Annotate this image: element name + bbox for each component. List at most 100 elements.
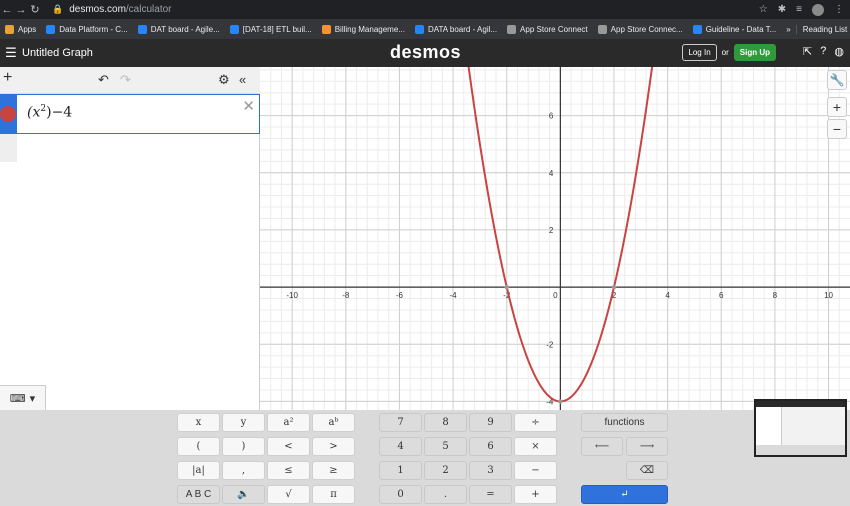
settings-gear-icon[interactable]: ⚙ (218, 72, 230, 88)
bookmark-item[interactable]: [DAT-18] ETL buil... (225, 24, 317, 34)
key-num-3-3[interactable]: + (514, 485, 557, 504)
expression-input[interactable]: (x2)−4 (27, 104, 72, 121)
bookmark-favicon-icon (229, 24, 239, 34)
login-button[interactable]: Log In (682, 44, 717, 61)
address-bar[interactable]: desmos.com/calculator (69, 4, 171, 15)
bookmark-favicon-icon (507, 24, 517, 34)
key-left-0-3[interactable]: aᵇ (312, 413, 355, 432)
key-num-3-0[interactable]: 0 (379, 485, 422, 504)
add-expression-icon[interactable]: + (3, 69, 12, 87)
hamburger-menu-icon[interactable]: ☰ (0, 45, 22, 61)
key-left-3-1[interactable]: 🔈 (222, 485, 265, 504)
backspace-button[interactable]: ⌫ (626, 461, 668, 480)
key-num-0-1[interactable]: 8 (424, 413, 467, 432)
key-num-0-0[interactable]: 7 (379, 413, 422, 432)
key-left-0-0[interactable]: x (177, 413, 220, 432)
back-icon[interactable]: ← (0, 4, 14, 16)
point-of-interest (611, 284, 617, 290)
undo-icon[interactable]: ↶ (98, 72, 109, 88)
key-num-1-0[interactable]: 4 (379, 437, 422, 456)
bookmark-favicon-icon (321, 24, 331, 34)
new-expression-tab[interactable] (0, 134, 17, 162)
menu-dots-icon[interactable]: ⋮ (834, 4, 844, 15)
key-left-1-2[interactable]: < (267, 437, 310, 456)
profile-avatar[interactable] (812, 3, 824, 16)
key-num-0-2[interactable]: 9 (469, 413, 512, 432)
star-icon[interactable]: ☆ (759, 4, 768, 15)
bookmark-item[interactable]: App Store Connect (502, 24, 593, 34)
key-left-1-0[interactable]: ( (177, 437, 220, 456)
key-num-2-3[interactable]: − (514, 461, 557, 480)
share-icon[interactable]: ⇱ (803, 45, 812, 58)
expression-row[interactable]: (x2)−4 ✕ (0, 94, 260, 134)
key-left-1-1[interactable]: ) (222, 437, 265, 456)
key-left-1-3[interactable]: > (312, 437, 355, 456)
bookmark-item[interactable]: Guideline - Data T... (688, 24, 782, 34)
redo-icon[interactable]: ↷ (120, 72, 131, 88)
key-num-1-3[interactable]: × (514, 437, 557, 456)
key-num-1-2[interactable]: 6 (469, 437, 512, 456)
bookmark-item[interactable]: DATA board - Agil... (410, 24, 502, 34)
cursor-left-button[interactable]: ⟵ (581, 437, 623, 456)
thumbnail-panel (756, 407, 782, 447)
key-left-3-2[interactable]: √ (267, 485, 310, 504)
delete-expression-icon[interactable]: ✕ (242, 97, 255, 115)
key-left-0-2[interactable]: a² (267, 413, 310, 432)
bookmark-favicon-icon (414, 24, 424, 34)
bookmarks-more-button[interactable]: » (781, 25, 795, 34)
bookmark-favicon-icon (692, 24, 702, 34)
zoom-in-button[interactable]: + (827, 97, 847, 117)
key-left-3-3[interactable]: π (312, 485, 355, 504)
y-tick-label: 2 (549, 226, 554, 235)
graph-title[interactable]: Untitled Graph (22, 47, 93, 59)
key-left-2-1[interactable]: , (222, 461, 265, 480)
x-tick-label: 4 (665, 291, 670, 300)
key-num-0-3[interactable]: ÷ (514, 413, 557, 432)
point-of-interest (504, 284, 509, 290)
bookmark-item[interactable]: Billing Manageme... (317, 24, 410, 34)
collapse-panel-icon[interactable]: « (239, 72, 246, 87)
media-icon[interactable]: ≡ (796, 4, 802, 15)
bookmark-favicon-icon (46, 24, 56, 34)
signup-button[interactable]: Sign Up (733, 44, 776, 61)
key-left-2-2[interactable]: ≤ (267, 461, 310, 480)
key-left-0-1[interactable]: y (222, 413, 265, 432)
globe-icon[interactable]: ◍ (834, 45, 844, 58)
key-num-2-1[interactable]: 2 (424, 461, 467, 480)
key-num-2-0[interactable]: 1 (379, 461, 422, 480)
key-num-1-1[interactable]: 5 (424, 437, 467, 456)
x-tick-label: 8 (773, 291, 778, 300)
key-num-2-2[interactable]: 3 (469, 461, 512, 480)
screenshot-thumbnail[interactable] (754, 399, 847, 457)
y-tick-label: 4 (549, 169, 554, 178)
cursor-right-button[interactable]: ⟶ (626, 437, 668, 456)
key-num-3-1[interactable]: . (424, 485, 467, 504)
key-left-3-0[interactable]: A B C (177, 485, 220, 504)
key-num-3-2[interactable]: = (469, 485, 512, 504)
keyboard-toggle-button[interactable]: ⌨ ▾ (0, 385, 46, 410)
functions-button[interactable]: functions (581, 413, 668, 432)
wrench-icon[interactable]: 🔧 (827, 70, 847, 90)
bookmark-item[interactable]: Data Platform - C... (41, 24, 132, 34)
curve-color-icon[interactable] (0, 106, 16, 122)
x-tick-label: -6 (396, 291, 404, 300)
lock-icon: 🔒 (52, 4, 64, 14)
graph-paper[interactable]: -10 -8 -6 -4 -2 0 2 4 6 8 10 6 4 2 -2 -4 🔧 + − (260, 67, 850, 410)
reload-icon[interactable]: ↻ (28, 3, 42, 16)
help-icon[interactable]: ? (820, 45, 826, 58)
bookmark-item[interactable]: DAT board - Agile... (133, 24, 225, 34)
key-left-2-3[interactable]: ≥ (312, 461, 355, 480)
graph-svg[interactable]: -10 -8 -6 -4 -2 0 2 4 6 8 10642-2-4 (260, 67, 850, 410)
key-left-2-0[interactable]: |a| (177, 461, 220, 480)
forward-icon[interactable]: → (14, 4, 28, 16)
desmos-header: ☰ Untitled Graph desmos Log In or Sign U… (0, 39, 850, 67)
bookmark-label: App Store Connec... (610, 24, 683, 34)
bookmark-item[interactable]: Apps (0, 24, 41, 34)
extensions-icon[interactable]: ✱ (778, 4, 786, 15)
enter-button[interactable]: ↵ (581, 485, 668, 504)
reading-list-button[interactable]: Reading List (795, 24, 850, 34)
bookmark-item[interactable]: App Store Connec... (593, 24, 688, 34)
zoom-out-button[interactable]: − (827, 119, 847, 139)
caret-down-icon: ▾ (29, 392, 36, 405)
y-tick-label: 6 (549, 112, 554, 121)
